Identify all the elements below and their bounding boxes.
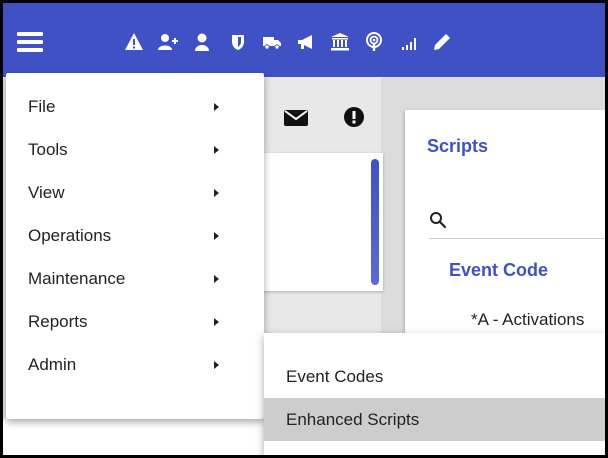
signal-icon[interactable] — [397, 29, 423, 55]
menu-item-maintenance[interactable]: Maintenance — [6, 269, 264, 312]
menu-item-label: Reports — [28, 312, 88, 331]
column-header-event-code[interactable]: Event Code — [449, 260, 548, 281]
search-input[interactable] — [429, 238, 605, 239]
truck-icon[interactable] — [259, 29, 285, 55]
menu-item-tools[interactable]: Tools — [6, 140, 264, 183]
card-toolbar — [261, 100, 381, 136]
menu-item-view[interactable]: View — [6, 183, 264, 226]
menu-item-label: Admin — [28, 355, 77, 374]
chevron-right-icon — [214, 189, 219, 197]
menu-item-operations[interactable]: Operations — [6, 226, 264, 269]
pencil-icon[interactable] — [429, 29, 455, 55]
app-frame: Scripts Event Code *A - Activations File… — [3, 3, 605, 455]
top-toolbar — [3, 3, 605, 77]
menu-icon[interactable] — [17, 32, 43, 52]
warning-icon[interactable] — [121, 29, 147, 55]
submenu-item-event-codes[interactable]: Event Codes — [264, 355, 605, 398]
add-user-icon[interactable] — [155, 29, 181, 55]
bank-icon[interactable] — [327, 29, 353, 55]
menu-item-file[interactable]: File — [6, 97, 264, 140]
chevron-right-icon — [214, 103, 219, 111]
submenu-item-enhanced-scripts[interactable]: Enhanced Scripts — [264, 398, 605, 441]
list-card — [261, 153, 383, 291]
megaphone-icon[interactable] — [293, 29, 319, 55]
scripts-title: Scripts — [427, 136, 489, 156]
table-row[interactable]: *A - Activations — [471, 310, 584, 330]
alert-circle-icon[interactable] — [343, 106, 365, 128]
menu-item-label: Maintenance — [28, 269, 126, 288]
podcast-icon[interactable] — [361, 29, 387, 55]
chevron-right-icon — [214, 318, 219, 326]
main-menu: File Tools View Operations Maintenance R… — [6, 73, 264, 419]
admin-submenu: Event Codes Enhanced Scripts — [264, 333, 605, 455]
chevron-right-icon — [214, 275, 219, 283]
menu-item-label: View — [28, 183, 65, 202]
menu-item-reports[interactable]: Reports — [6, 312, 264, 355]
menu-item-label: Operations — [28, 226, 112, 245]
mail-icon[interactable] — [283, 108, 309, 128]
chevron-right-icon — [214, 146, 219, 154]
menu-item-admin[interactable]: Admin — [6, 355, 264, 398]
menu-item-label: File — [28, 97, 56, 116]
scrollbar[interactable] — [371, 159, 379, 285]
user-icon[interactable] — [189, 29, 215, 55]
search-icon[interactable] — [429, 211, 447, 229]
chevron-right-icon — [214, 361, 219, 369]
chevron-right-icon — [214, 232, 219, 240]
shield-icon[interactable] — [225, 29, 251, 55]
menu-item-label: Tools — [28, 140, 68, 159]
